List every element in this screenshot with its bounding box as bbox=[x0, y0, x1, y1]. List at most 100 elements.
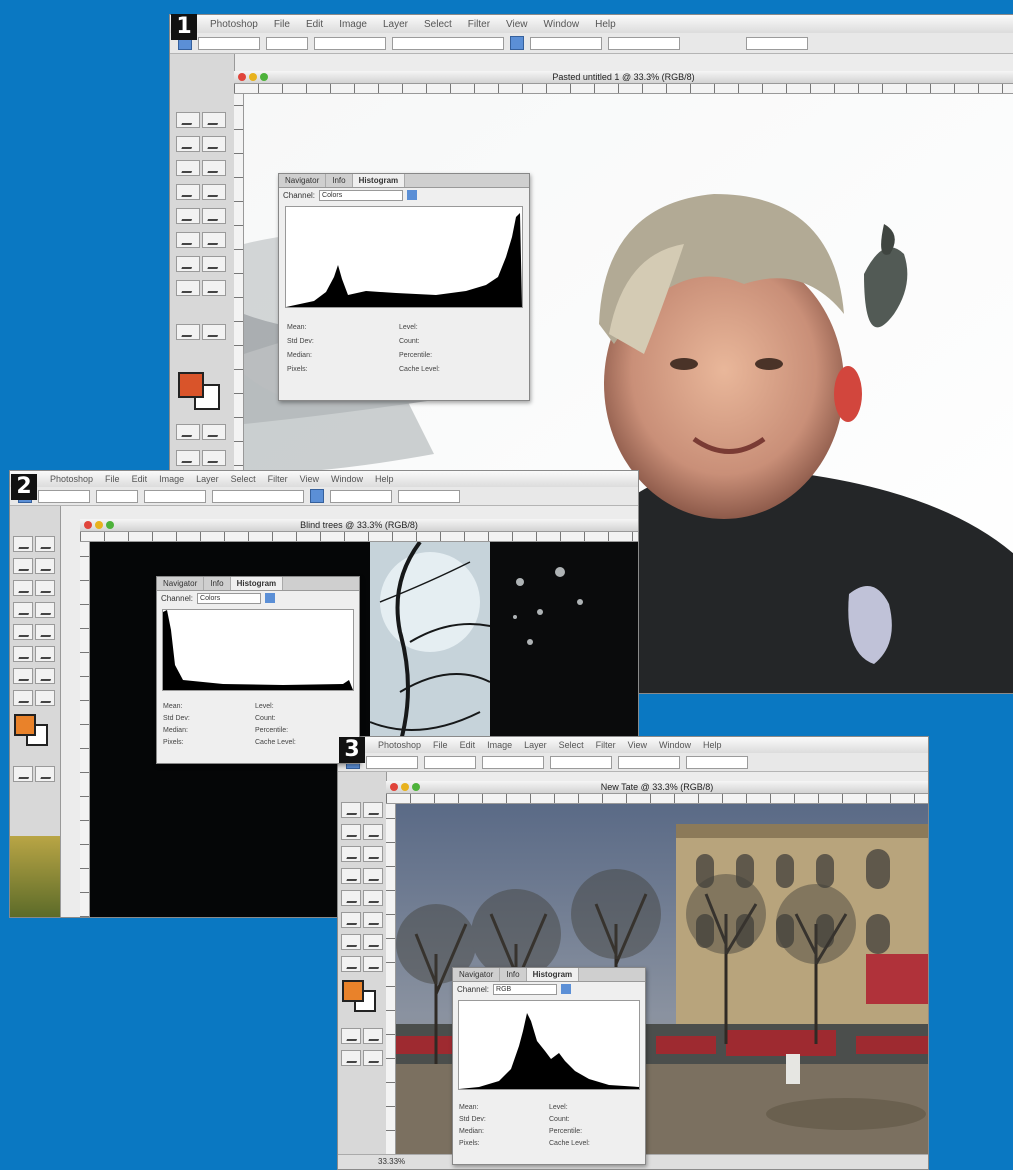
move-tool-icon[interactable] bbox=[363, 802, 383, 818]
menu-help[interactable]: Help bbox=[595, 19, 616, 30]
tab-histogram[interactable]: Histogram bbox=[526, 968, 580, 981]
tab-info[interactable]: Info bbox=[326, 174, 353, 187]
menu-select[interactable]: Select bbox=[231, 474, 256, 484]
zoom-icon[interactable] bbox=[106, 521, 114, 529]
minimize-icon[interactable] bbox=[401, 783, 409, 791]
dodge-tool-icon[interactable] bbox=[176, 256, 200, 272]
screen-mode-icon[interactable] bbox=[363, 1028, 383, 1044]
option-field[interactable] bbox=[398, 489, 460, 503]
menu-layer[interactable]: Layer bbox=[383, 19, 408, 30]
screen-mode-icon[interactable] bbox=[176, 450, 200, 466]
eraser-tool-icon[interactable] bbox=[176, 232, 200, 248]
gradient-tool-icon[interactable] bbox=[35, 646, 55, 662]
stamp-tool-icon[interactable] bbox=[341, 890, 361, 906]
eyedropper-icon[interactable] bbox=[363, 956, 383, 972]
path-select-icon[interactable] bbox=[202, 280, 226, 296]
tab-info[interactable]: Info bbox=[204, 577, 231, 590]
dropdown-button[interactable] bbox=[510, 36, 524, 50]
pen-tool-icon[interactable] bbox=[202, 256, 226, 272]
quick-mask-icon[interactable] bbox=[13, 766, 33, 782]
option-field[interactable] bbox=[530, 36, 602, 50]
quick-mask-icon[interactable] bbox=[202, 424, 226, 440]
type-tool-icon[interactable] bbox=[13, 668, 33, 684]
tab-navigator[interactable]: Navigator bbox=[157, 577, 205, 590]
menu-view[interactable]: View bbox=[628, 740, 647, 750]
type-tool-icon[interactable] bbox=[341, 934, 361, 950]
menu-file[interactable]: File bbox=[105, 474, 120, 484]
eyedropper-icon[interactable] bbox=[202, 324, 226, 340]
option-field[interactable] bbox=[550, 755, 612, 769]
notes-tool-icon[interactable] bbox=[176, 324, 200, 340]
option-field[interactable] bbox=[266, 36, 308, 50]
option-field[interactable] bbox=[314, 36, 386, 50]
stamp-tool-icon[interactable] bbox=[176, 208, 200, 224]
move-tool-icon[interactable] bbox=[202, 112, 226, 128]
screen-mode-icon[interactable] bbox=[35, 766, 55, 782]
eraser-tool-icon[interactable] bbox=[341, 912, 361, 928]
menu-photoshop[interactable]: Photoshop bbox=[378, 740, 421, 750]
zoom-icon[interactable] bbox=[412, 783, 420, 791]
menu-file[interactable]: File bbox=[433, 740, 448, 750]
close-icon[interactable] bbox=[390, 783, 398, 791]
menu-edit[interactable]: Edit bbox=[460, 740, 476, 750]
menu-filter[interactable]: Filter bbox=[596, 740, 616, 750]
healing-brush-icon[interactable] bbox=[176, 184, 200, 200]
menu-select[interactable]: Select bbox=[424, 19, 452, 30]
menu-help[interactable]: Help bbox=[375, 474, 394, 484]
menu-filter[interactable]: Filter bbox=[268, 474, 288, 484]
minimize-icon[interactable] bbox=[95, 521, 103, 529]
history-brush-icon[interactable] bbox=[202, 208, 226, 224]
close-icon[interactable] bbox=[84, 521, 92, 529]
chevron-down-icon[interactable] bbox=[561, 984, 572, 994]
jump-to-icon[interactable] bbox=[363, 1050, 383, 1066]
foreground-color-swatch[interactable] bbox=[178, 372, 204, 398]
crop-tool-icon[interactable] bbox=[13, 580, 33, 596]
menu-window[interactable]: Window bbox=[544, 19, 580, 30]
type-tool-icon[interactable] bbox=[176, 280, 200, 296]
quick-mask-icon[interactable] bbox=[176, 424, 200, 440]
healing-brush-icon[interactable] bbox=[13, 602, 33, 618]
slice-tool-icon[interactable] bbox=[363, 846, 383, 862]
screen-mode-icon[interactable] bbox=[341, 1050, 361, 1066]
tab-histogram[interactable]: Histogram bbox=[352, 174, 406, 187]
option-field[interactable] bbox=[198, 36, 260, 50]
pen-tool-icon[interactable] bbox=[35, 668, 55, 684]
move-tool-icon[interactable] bbox=[35, 536, 55, 552]
option-field[interactable] bbox=[366, 755, 418, 769]
marquee-tool-icon[interactable] bbox=[13, 536, 33, 552]
lasso-tool-icon[interactable] bbox=[341, 824, 361, 840]
quick-mask-icon[interactable] bbox=[341, 1028, 361, 1044]
chevron-down-icon[interactable] bbox=[407, 190, 418, 200]
menu-image[interactable]: Image bbox=[487, 740, 512, 750]
zoom-icon[interactable] bbox=[260, 73, 268, 81]
option-field[interactable] bbox=[608, 36, 680, 50]
option-field[interactable] bbox=[212, 489, 304, 503]
option-field[interactable] bbox=[482, 755, 544, 769]
tab-navigator[interactable]: Navigator bbox=[279, 174, 327, 187]
tab-navigator[interactable]: Navigator bbox=[453, 968, 501, 981]
pen-tool-icon[interactable] bbox=[363, 934, 383, 950]
menu-photoshop[interactable]: Photoshop bbox=[210, 19, 258, 30]
menu-window[interactable]: Window bbox=[331, 474, 363, 484]
option-field[interactable] bbox=[38, 489, 90, 503]
tab-histogram[interactable]: Histogram bbox=[230, 577, 284, 590]
healing-brush-icon[interactable] bbox=[341, 868, 361, 884]
menu-view[interactable]: View bbox=[300, 474, 319, 484]
magic-wand-icon[interactable] bbox=[202, 136, 226, 152]
tab-info[interactable]: Info bbox=[500, 968, 527, 981]
history-brush-icon[interactable] bbox=[35, 624, 55, 640]
eraser-tool-icon[interactable] bbox=[13, 646, 33, 662]
option-field[interactable] bbox=[618, 755, 680, 769]
channel-select[interactable]: Colors bbox=[319, 189, 404, 201]
menu-layer[interactable]: Layer bbox=[524, 740, 547, 750]
eyedropper-icon[interactable] bbox=[35, 690, 55, 706]
menu-select[interactable]: Select bbox=[559, 740, 584, 750]
foreground-color-swatch[interactable] bbox=[14, 714, 36, 736]
menu-edit[interactable]: Edit bbox=[132, 474, 148, 484]
lasso-tool-icon[interactable] bbox=[13, 558, 33, 574]
menu-view[interactable]: View bbox=[506, 19, 528, 30]
magic-wand-icon[interactable] bbox=[363, 824, 383, 840]
slice-tool-icon[interactable] bbox=[35, 580, 55, 596]
slice-tool-icon[interactable] bbox=[202, 160, 226, 176]
menu-image[interactable]: Image bbox=[159, 474, 184, 484]
